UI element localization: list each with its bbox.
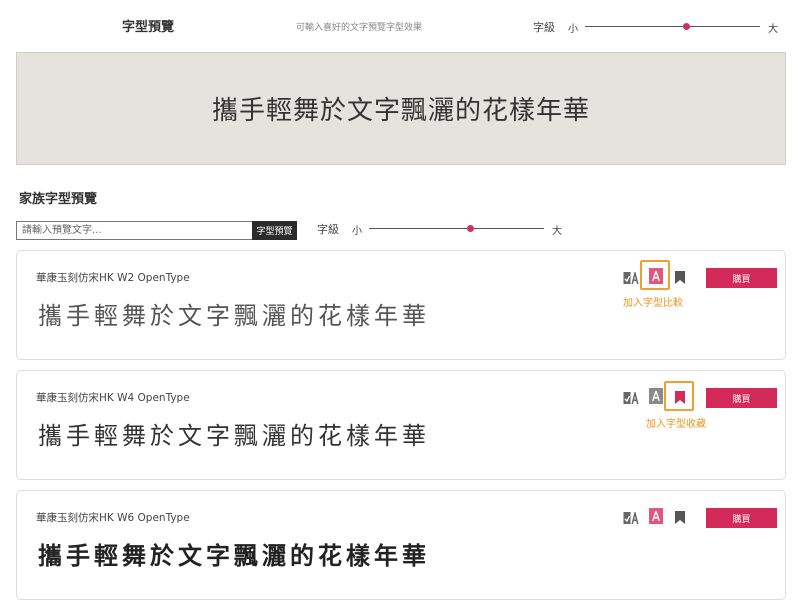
preview-text-input[interactable] [16,221,253,240]
font-card: 華康玉刻仿宋HK W4 OpenType 攜手輕舞於文字飄灑的花樣年華 購買 加… [16,370,786,480]
size-slider-thumb[interactable] [683,23,690,30]
family-section-title: 家族字型預覽 [19,192,98,207]
bookmark-icon[interactable] [672,269,688,285]
font-sample-text: 攜手輕舞於文字飄灑的花樣年華 [38,422,430,450]
family-size-slider-thumb[interactable] [467,225,474,232]
family-size-slider-label: 字級 [317,223,339,236]
font-card: 華康玉刻仿宋HK W6 OpenType 攜手輕舞於文字飄灑的花樣年華 購買 [16,490,786,600]
add-compare-icon[interactable] [648,508,664,524]
buy-button[interactable]: 購買 [706,268,777,288]
preview-area: 攜手輕舞於文字飄灑的花樣年華 [16,52,786,165]
page-title: 字型預覽 [122,20,175,35]
font-sample-text: 攜手輕舞於文字飄灑的花樣年華 [38,541,430,570]
compare-tooltip: 加入字型比較 [623,298,683,309]
font-sample-text: 攜手輕舞於文字飄灑的花樣年華 [38,302,430,330]
font-name: 華康玉刻仿宋HK W2 OpenType [36,272,190,284]
font-name: 華康玉刻仿宋HK W6 OpenType [36,512,190,524]
size-slider-large-label: 大 [768,24,778,35]
size-slider-label: 字級 [533,21,555,34]
glyph-check-icon[interactable] [623,510,639,526]
family-size-slider-small-label: 小 [352,226,362,237]
family-size-slider-large-label: 大 [552,226,562,237]
size-slider-track[interactable] [585,26,760,27]
font-name: 華康玉刻仿宋HK W4 OpenType [36,392,190,404]
bookmark-icon[interactable] [672,509,688,525]
bookmark-tooltip: 加入字型收藏 [646,419,706,430]
font-preview-button[interactable]: 字型預覽 [252,221,297,240]
font-card: 華康玉刻仿宋HK W2 OpenType 攜手輕舞於文字飄灑的花樣年華 購買 加… [16,250,786,360]
compare-highlight-box [640,260,670,290]
preview-hint: 可輸入喜好的文字預覽字型效果 [296,23,423,33]
glyph-check-icon[interactable] [623,390,639,406]
size-slider-small-label: 小 [568,24,578,35]
glyph-check-icon[interactable] [623,270,639,286]
bookmark-highlight-box [664,381,694,411]
add-compare-icon[interactable] [648,388,664,404]
family-size-slider-track[interactable] [369,228,544,229]
preview-text: 攜手輕舞於文字飄灑的花樣年華 [211,96,590,126]
buy-button[interactable]: 購買 [706,388,777,408]
buy-button[interactable]: 購買 [706,508,777,528]
